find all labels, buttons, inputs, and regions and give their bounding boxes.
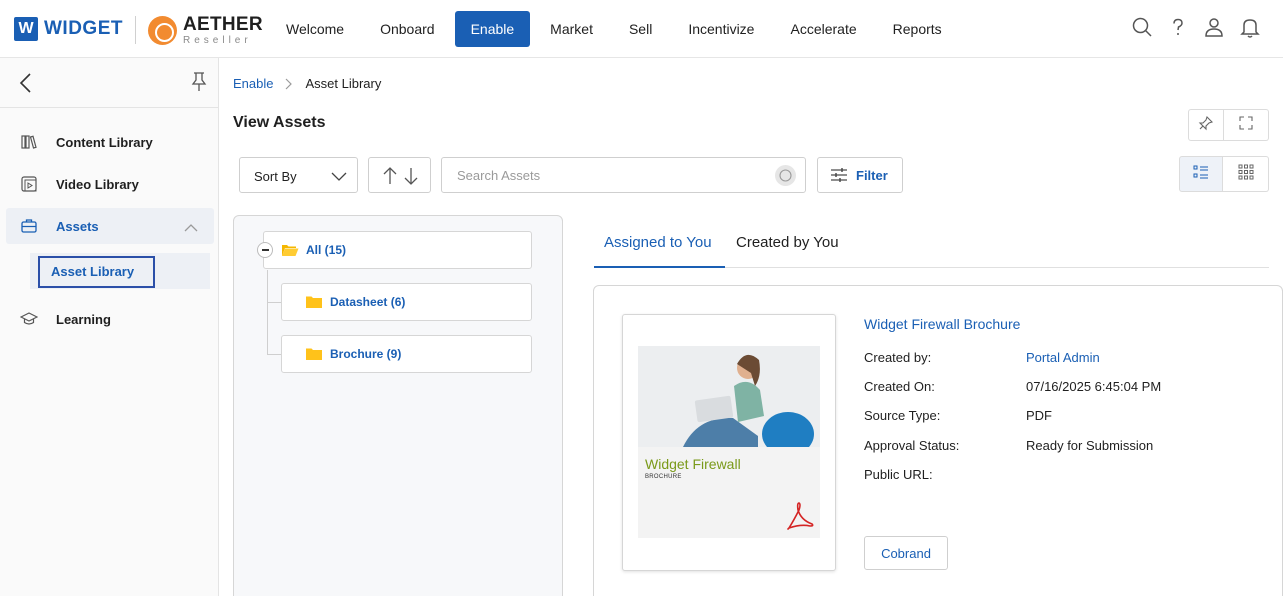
tab-assigned-to-you[interactable]: Assigned to You (604, 234, 712, 251)
asset-title-link[interactable]: Widget Firewall Brochure (864, 316, 1020, 332)
tree-node-label: Datasheet (6) (330, 295, 406, 309)
chevron-right-icon (285, 78, 293, 90)
pdf-icon (785, 500, 815, 532)
meta-label-public-url: Public URL: (864, 467, 933, 482)
meta-label-created-on: Created On: (864, 379, 935, 394)
sort-arrows-icon (383, 167, 418, 185)
sort-by-dropdown[interactable]: Sort By (239, 157, 358, 193)
sidebar-item-label: Content Library (56, 134, 153, 150)
filter-label: Filter (856, 167, 888, 183)
asset-thumbnail-photo (638, 346, 820, 447)
pin-view-button[interactable] (1188, 109, 1224, 141)
folder-tree-panel (233, 215, 563, 596)
nav-onboard[interactable]: Onboard (364, 11, 450, 47)
tab-created-by-you[interactable]: Created by You (736, 234, 839, 251)
widget-logo-text: WIDGET (44, 18, 123, 39)
folder-icon (305, 295, 323, 309)
notification-bell-icon[interactable] (1239, 16, 1261, 38)
tree-connector (267, 354, 281, 355)
sidebar-item-label: Video Library (56, 176, 139, 192)
filter-sliders-icon (830, 167, 848, 183)
meta-value-approval-status: Ready for Submission (1026, 438, 1154, 453)
search-input[interactable] (442, 158, 762, 192)
sidebar-subitem-asset-library[interactable]: Asset Library (38, 256, 155, 288)
top-navigation-bar: W WIDGET AETHER Reseller Welcome Onboard… (0, 0, 1283, 58)
open-folder-icon (281, 243, 299, 257)
widget-logo-badge: W (14, 17, 38, 41)
tree-node-label: Brochure (9) (330, 347, 402, 361)
main-nav: Welcome Onboard Enable Market Sell Incen… (270, 11, 962, 47)
folder-icon (305, 347, 323, 361)
sort-by-label: Sort By (254, 169, 297, 184)
breadcrumb: Enable Asset Library (233, 76, 381, 91)
breadcrumb-current: Asset Library (305, 76, 382, 91)
meta-value-created-on: 07/16/2025 6:45:04 PM (1026, 379, 1162, 394)
widget-logo[interactable]: W WIDGET (14, 17, 123, 41)
aether-logo-text: AETHER (183, 14, 263, 35)
aether-logo-mark-icon (148, 16, 177, 45)
pin-sidebar-icon[interactable] (190, 71, 208, 93)
nav-incentivize[interactable]: Incentivize (672, 11, 770, 47)
nav-enable[interactable]: Enable (454, 11, 531, 47)
meta-value-created-by[interactable]: Portal Admin (1026, 350, 1100, 365)
filter-button[interactable]: Filter (817, 157, 903, 193)
sidebar: Content Library Video Library Assets Ass… (0, 58, 219, 596)
list-view-icon (1193, 165, 1209, 184)
sidebar-item-content-library[interactable]: Content Library (0, 124, 214, 160)
nav-market[interactable]: Market (534, 11, 609, 47)
top-icons (1131, 16, 1261, 38)
sidebar-item-label: Assets (56, 218, 99, 234)
active-tab-indicator (594, 266, 725, 268)
meta-label-approval-status: Approval Status: (864, 438, 960, 453)
aether-logo[interactable]: AETHER Reseller (148, 15, 263, 46)
thumbnail-subtitle: BROCHURE (645, 474, 682, 480)
sidebar-item-assets[interactable]: Assets (6, 208, 214, 244)
books-icon (20, 133, 38, 151)
grid-view-button[interactable] (1223, 156, 1269, 192)
video-icon (20, 175, 38, 193)
tree-connector (267, 270, 268, 354)
collapse-tree-node-button[interactable] (257, 242, 273, 258)
thumbnail-title: Widget Firewall (645, 456, 741, 472)
aether-logo-subtext: Reseller (183, 35, 252, 46)
logo-divider (135, 16, 136, 44)
sidebar-header (0, 58, 218, 108)
tree-connector (267, 302, 281, 303)
chevron-up-icon[interactable] (184, 220, 198, 232)
sidebar-item-video-library[interactable]: Video Library (0, 166, 214, 202)
nav-sell[interactable]: Sell (613, 11, 668, 47)
breadcrumb-enable-link[interactable]: Enable (233, 76, 273, 91)
meta-label-source-type: Source Type: (864, 408, 941, 423)
sort-direction-toggle[interactable] (368, 157, 431, 193)
tree-node-all[interactable]: All (15) (263, 231, 532, 269)
search-icon[interactable] (1131, 16, 1153, 38)
list-view-button[interactable] (1179, 156, 1223, 192)
fullscreen-button[interactable] (1224, 109, 1269, 141)
collapse-sidebar-chevron-left-icon[interactable] (16, 72, 36, 94)
meta-label-created-by: Created by: (864, 350, 932, 365)
user-icon[interactable] (1203, 16, 1225, 38)
sidebar-item-learning[interactable]: Learning (0, 301, 214, 337)
pin-icon (1198, 115, 1214, 136)
page-title: View Assets (233, 114, 326, 131)
graduation-cap-icon (19, 310, 39, 328)
chevron-down-icon (331, 170, 347, 181)
sidebar-item-label: Learning (56, 311, 111, 327)
expand-icon (1238, 115, 1254, 136)
nav-welcome[interactable]: Welcome (270, 11, 360, 47)
tree-node-datasheet[interactable]: Datasheet (6) (281, 283, 532, 321)
nav-accelerate[interactable]: Accelerate (774, 11, 872, 47)
grid-view-icon (1238, 164, 1254, 185)
search-icon[interactable] (775, 165, 796, 186)
meta-value-source-type: PDF (1026, 408, 1052, 423)
cobrand-button[interactable]: Cobrand (864, 536, 948, 570)
help-icon[interactable] (1167, 16, 1189, 38)
tree-node-label: All (15) (306, 243, 347, 257)
briefcase-icon (20, 217, 38, 235)
tree-node-brochure[interactable]: Brochure (9) (281, 335, 532, 373)
search-box (441, 157, 806, 193)
nav-reports[interactable]: Reports (877, 11, 958, 47)
